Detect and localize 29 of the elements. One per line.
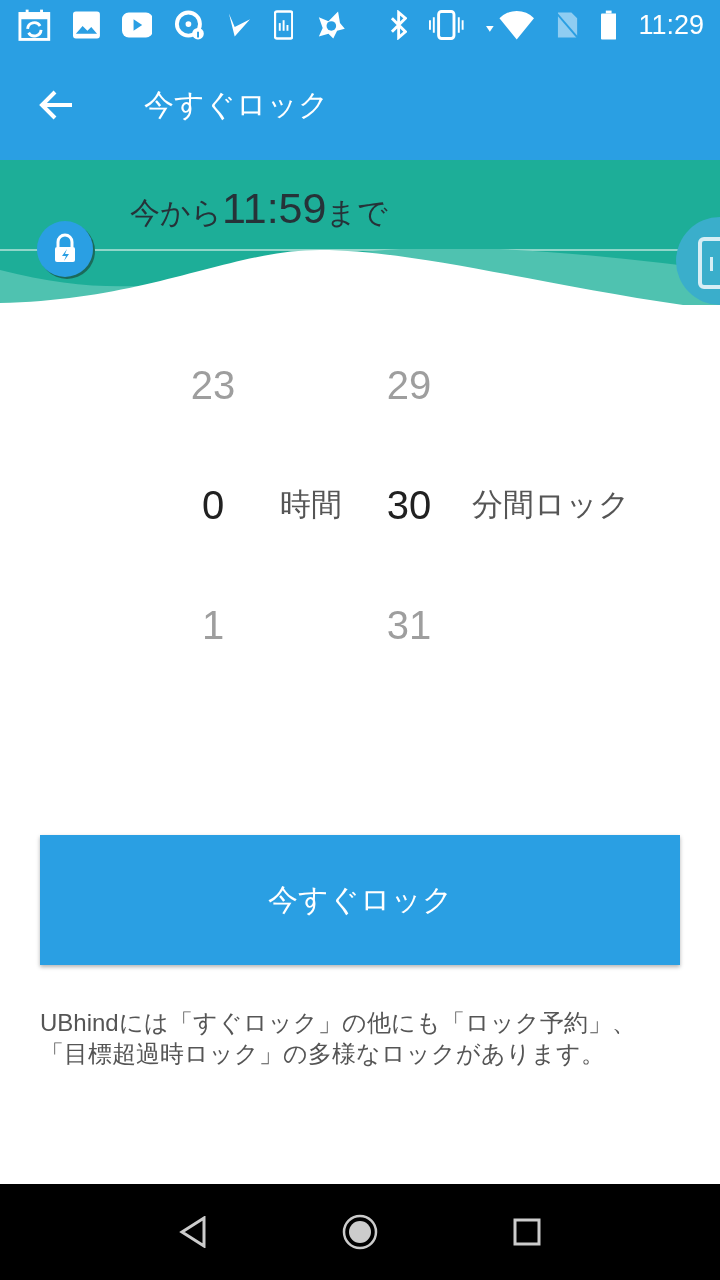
battery-icon <box>601 10 617 40</box>
image-icon <box>72 11 100 39</box>
disc-info-icon <box>174 9 206 41</box>
lock-icon <box>36 220 96 280</box>
calendar-sync-icon <box>18 8 51 42</box>
no-sim-icon <box>555 10 580 40</box>
lock-now-button[interactable]: 今すぐロック <box>40 835 680 965</box>
lock-until-text: 今から 11:59まで <box>130 184 389 234</box>
back-arrow-icon[interactable] <box>38 89 74 121</box>
picker-number[interactable]: 29 <box>346 325 472 445</box>
clock-time: 11:29 <box>638 9 704 41</box>
picker-number[interactable]: 0 <box>150 445 276 565</box>
wifi-icon <box>485 10 534 40</box>
unit-label: 分間ロック <box>472 486 631 524</box>
play-icon <box>121 12 153 38</box>
picker-number[interactable]: 31 <box>346 565 472 685</box>
home-icon[interactable] <box>342 1214 378 1250</box>
picker-number[interactable]: 23 <box>150 325 276 445</box>
tablet-chart-icon <box>674 217 720 305</box>
tablet-chart-icon <box>274 10 294 40</box>
info-text: UBhindには「すぐロック」の他にも「ロック予約」、「目標超過時ロック」の多様なロックがあります。 <box>40 1008 637 1069</box>
back-icon[interactable] <box>179 1216 207 1248</box>
recents-icon[interactable] <box>513 1218 541 1246</box>
picker-number[interactable]: 30 <box>346 445 472 565</box>
unit-label: 時間 <box>279 486 343 524</box>
bluetooth-icon <box>390 10 408 40</box>
vibrate-icon <box>429 9 464 41</box>
picker-number[interactable]: 1 <box>150 565 276 685</box>
screen-title: 今すぐロック <box>144 86 329 123</box>
